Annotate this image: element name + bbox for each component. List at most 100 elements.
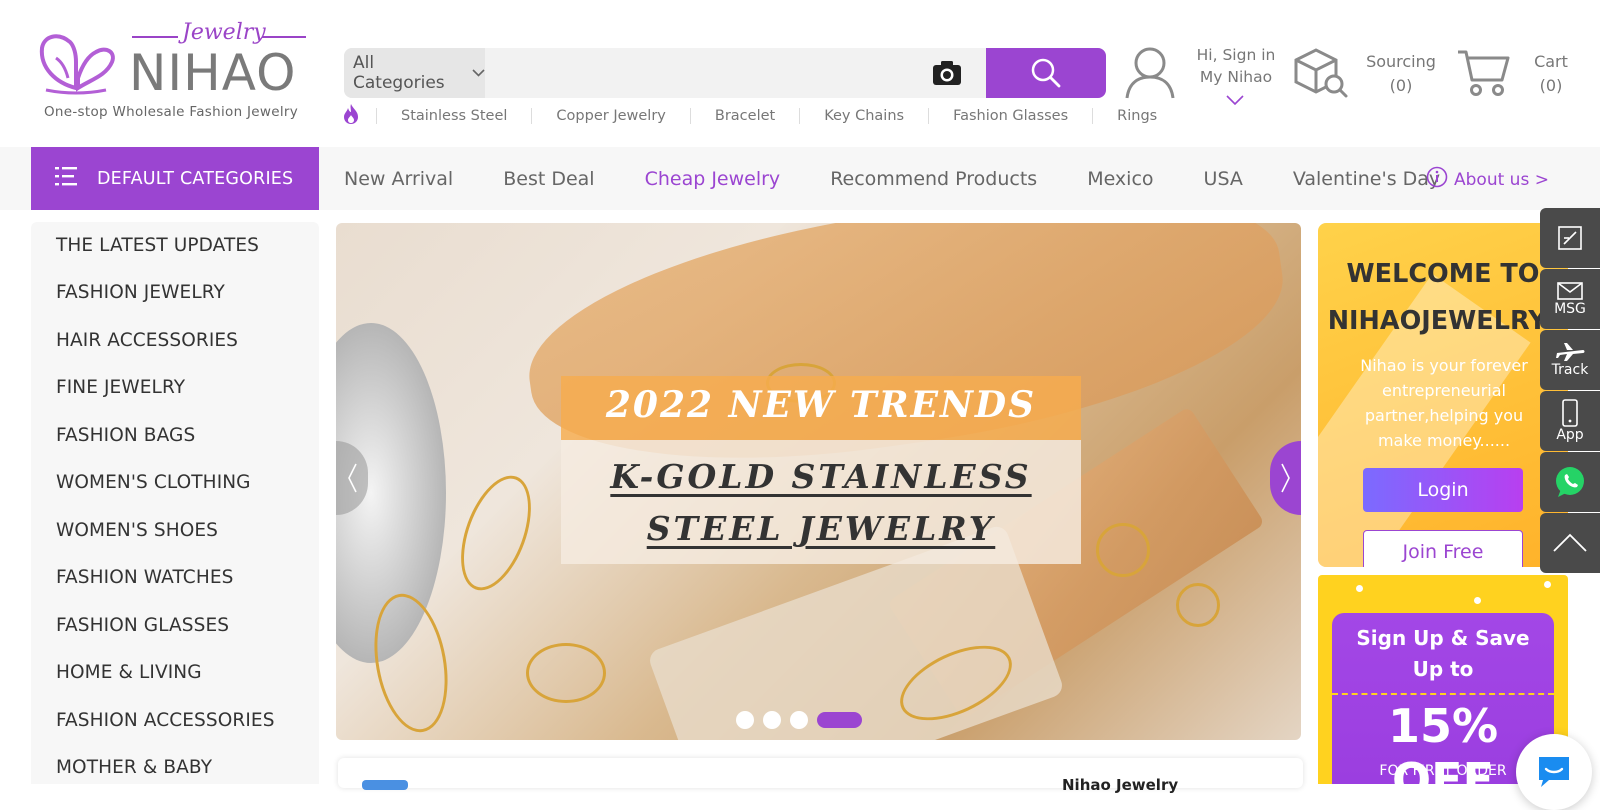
- default-categories-button[interactable]: DEFAULT CATEGORIES: [31, 147, 319, 210]
- about-us-label: About us >: [1454, 169, 1549, 190]
- banner-dot-3[interactable]: [790, 711, 808, 729]
- banner-title: K-GOLD STAINLESS STEEL JEWELRY: [561, 451, 1081, 555]
- hot-link-stainless-steel[interactable]: Stainless Steel: [376, 108, 531, 124]
- hot-search-links: Stainless Steel Copper Jewelry Bracelet …: [342, 104, 1181, 128]
- fire-icon: [342, 103, 360, 129]
- search-input[interactable]: [485, 48, 925, 98]
- account-menu[interactable]: Hi, Sign in My Nihao: [1122, 44, 1282, 108]
- hot-link-fashion-glasses[interactable]: Fashion Glasses: [928, 108, 1092, 124]
- whatsapp-button[interactable]: [1540, 452, 1600, 512]
- whatsapp-icon: [1556, 467, 1584, 497]
- banner-bracelet: [447, 466, 545, 600]
- join-free-button[interactable]: Join Free: [1363, 530, 1523, 567]
- track-button[interactable]: Track: [1540, 330, 1600, 390]
- nav-best-deal[interactable]: Best Deal: [478, 168, 619, 190]
- hot-link-rings[interactable]: Rings: [1092, 108, 1181, 124]
- signup-title-line-2: Up to: [1412, 657, 1474, 681]
- chevron-right-icon: [1280, 463, 1290, 493]
- nav-cheap-jewelry[interactable]: Cheap Jewelry: [620, 168, 806, 190]
- nav-mexico[interactable]: Mexico: [1062, 168, 1178, 190]
- banner-earring-hoop: [526, 643, 606, 703]
- sidebar-item-womens-clothing[interactable]: WOMEN'S CLOTHING: [56, 472, 251, 493]
- logo-tagline: One-stop Wholesale Fashion Jewelry: [44, 104, 299, 120]
- nav-recommend-products[interactable]: Recommend Products: [805, 168, 1062, 190]
- butterfly-logo-icon: [39, 34, 115, 95]
- default-categories-label: DEFAULT CATEGORIES: [97, 168, 294, 189]
- banner-ring: [1176, 583, 1220, 627]
- search-icon: [1031, 58, 1061, 88]
- cart-icon: [1458, 50, 1510, 96]
- promo-dot: [1356, 585, 1363, 592]
- airplane-icon: [1556, 343, 1585, 361]
- signup-title: Sign Up & Save Up to: [1332, 623, 1554, 685]
- sidebar-item-home-living[interactable]: HOME & LIVING: [56, 662, 202, 683]
- welcome-description: Nihao is your forever entrepreneurial pa…: [1360, 356, 1528, 450]
- site-header: Jewelry NIHAO One-stop Wholesale Fashion…: [0, 0, 1600, 147]
- login-button[interactable]: Login: [1363, 468, 1523, 512]
- sidebar-item-fashion-jewelry[interactable]: FASHION JEWELRY: [56, 282, 225, 303]
- sidebar-item-fashion-accessories[interactable]: FASHION ACCESSORIES: [56, 710, 275, 731]
- track-label: Track: [1551, 362, 1589, 378]
- edit-note-icon: [1558, 226, 1582, 250]
- banner-dot-1[interactable]: [736, 711, 754, 729]
- banner-dot-4[interactable]: [817, 712, 862, 728]
- chevron-left-icon: [348, 463, 357, 493]
- promo-dot: [1544, 581, 1551, 588]
- sidebar-item-fashion-bags[interactable]: FASHION BAGS: [56, 425, 195, 446]
- card-brand-name: Nihao Jewelry: [1062, 776, 1179, 794]
- signup-title-line-1: Sign Up & Save: [1356, 626, 1530, 650]
- hero-banner[interactable]: 2022 NEW TRENDS K-GOLD STAINLESS STEEL J…: [336, 223, 1301, 740]
- welcome-title-line-2: NIHAOJEWELRY!: [1327, 306, 1559, 336]
- mail-icon: [1557, 282, 1583, 300]
- app-button[interactable]: App: [1540, 391, 1600, 451]
- nav-new-arrival[interactable]: New Arrival: [319, 168, 478, 190]
- logo-brand-text: NIHAO: [129, 44, 297, 102]
- search-category-select[interactable]: All Categories: [344, 48, 485, 98]
- main-nav: DEFAULT CATEGORIES New Arrival Best Deal…: [0, 147, 1600, 210]
- search-button[interactable]: [986, 48, 1106, 98]
- promo-dot: [1474, 597, 1481, 604]
- hot-link-bracelet[interactable]: Bracelet: [689, 108, 799, 124]
- sidebar-item-mother-baby[interactable]: MOTHER & BABY: [56, 757, 212, 778]
- banner-headline: 2022 NEW TRENDS: [605, 384, 1037, 426]
- sourcing-count: (0): [1389, 76, 1413, 95]
- welcome-card: WELCOME TO NIHAOJEWELRY! Nihao is your f…: [1318, 223, 1568, 567]
- banner-ring: [1096, 523, 1150, 577]
- category-sidebar: THE LATEST UPDATES FASHION JEWELRY HAIR …: [31, 222, 319, 784]
- about-us-link[interactable]: About us >: [1426, 166, 1549, 193]
- card-badge: [362, 780, 408, 790]
- banner-title-line-2: STEEL JEWELRY: [646, 509, 996, 548]
- user-icon: [1125, 47, 1175, 99]
- signup-dashed-divider: [1332, 693, 1554, 695]
- nav-usa[interactable]: USA: [1179, 168, 1268, 190]
- message-button[interactable]: MSG: [1540, 269, 1600, 329]
- sidebar-item-hair-accessories[interactable]: HAIR ACCESSORIES: [56, 330, 238, 351]
- welcome-title-line-1: WELCOME TO: [1346, 259, 1540, 289]
- sidebar-item-fine-jewelry[interactable]: FINE JEWELRY: [56, 377, 185, 398]
- welcome-title: WELCOME TO NIHAOJEWELRY!: [1318, 251, 1568, 345]
- hamburger-menu-icon: [55, 166, 77, 191]
- sidebar-item-latest-updates[interactable]: THE LATEST UPDATES: [56, 235, 259, 256]
- cart-count: (0): [1539, 76, 1563, 95]
- chevron-down-icon: [472, 66, 485, 81]
- feedback-button[interactable]: [1540, 208, 1600, 268]
- sidebar-item-womens-shoes[interactable]: WOMEN'S SHOES: [56, 520, 218, 541]
- site-logo[interactable]: Jewelry NIHAO One-stop Wholesale Fashion…: [36, 20, 316, 126]
- sidebar-item-fashion-glasses[interactable]: FASHION GLASSES: [56, 615, 229, 636]
- chevron-up-icon: [1553, 533, 1587, 552]
- live-chat-button[interactable]: [1516, 734, 1592, 810]
- chevron-down-icon: [1226, 90, 1244, 109]
- hot-link-key-chains[interactable]: Key Chains: [799, 108, 928, 124]
- hot-link-copper-jewelry[interactable]: Copper Jewelry: [531, 108, 689, 124]
- sidebar-item-fashion-watches[interactable]: FASHION WATCHES: [56, 567, 233, 588]
- banner-dot-2[interactable]: [763, 711, 781, 729]
- camera-icon[interactable]: [932, 60, 962, 90]
- sourcing-link[interactable]: Sourcing (0): [1292, 44, 1442, 108]
- app-label: App: [1556, 427, 1584, 443]
- message-label: MSG: [1554, 301, 1586, 317]
- cart-link[interactable]: Cart (0): [1456, 44, 1586, 108]
- mobile-phone-icon: [1562, 399, 1578, 427]
- search-category-label: All Categories: [353, 53, 445, 93]
- cart-label: Cart: [1534, 52, 1568, 71]
- back-to-top-button[interactable]: [1540, 513, 1600, 573]
